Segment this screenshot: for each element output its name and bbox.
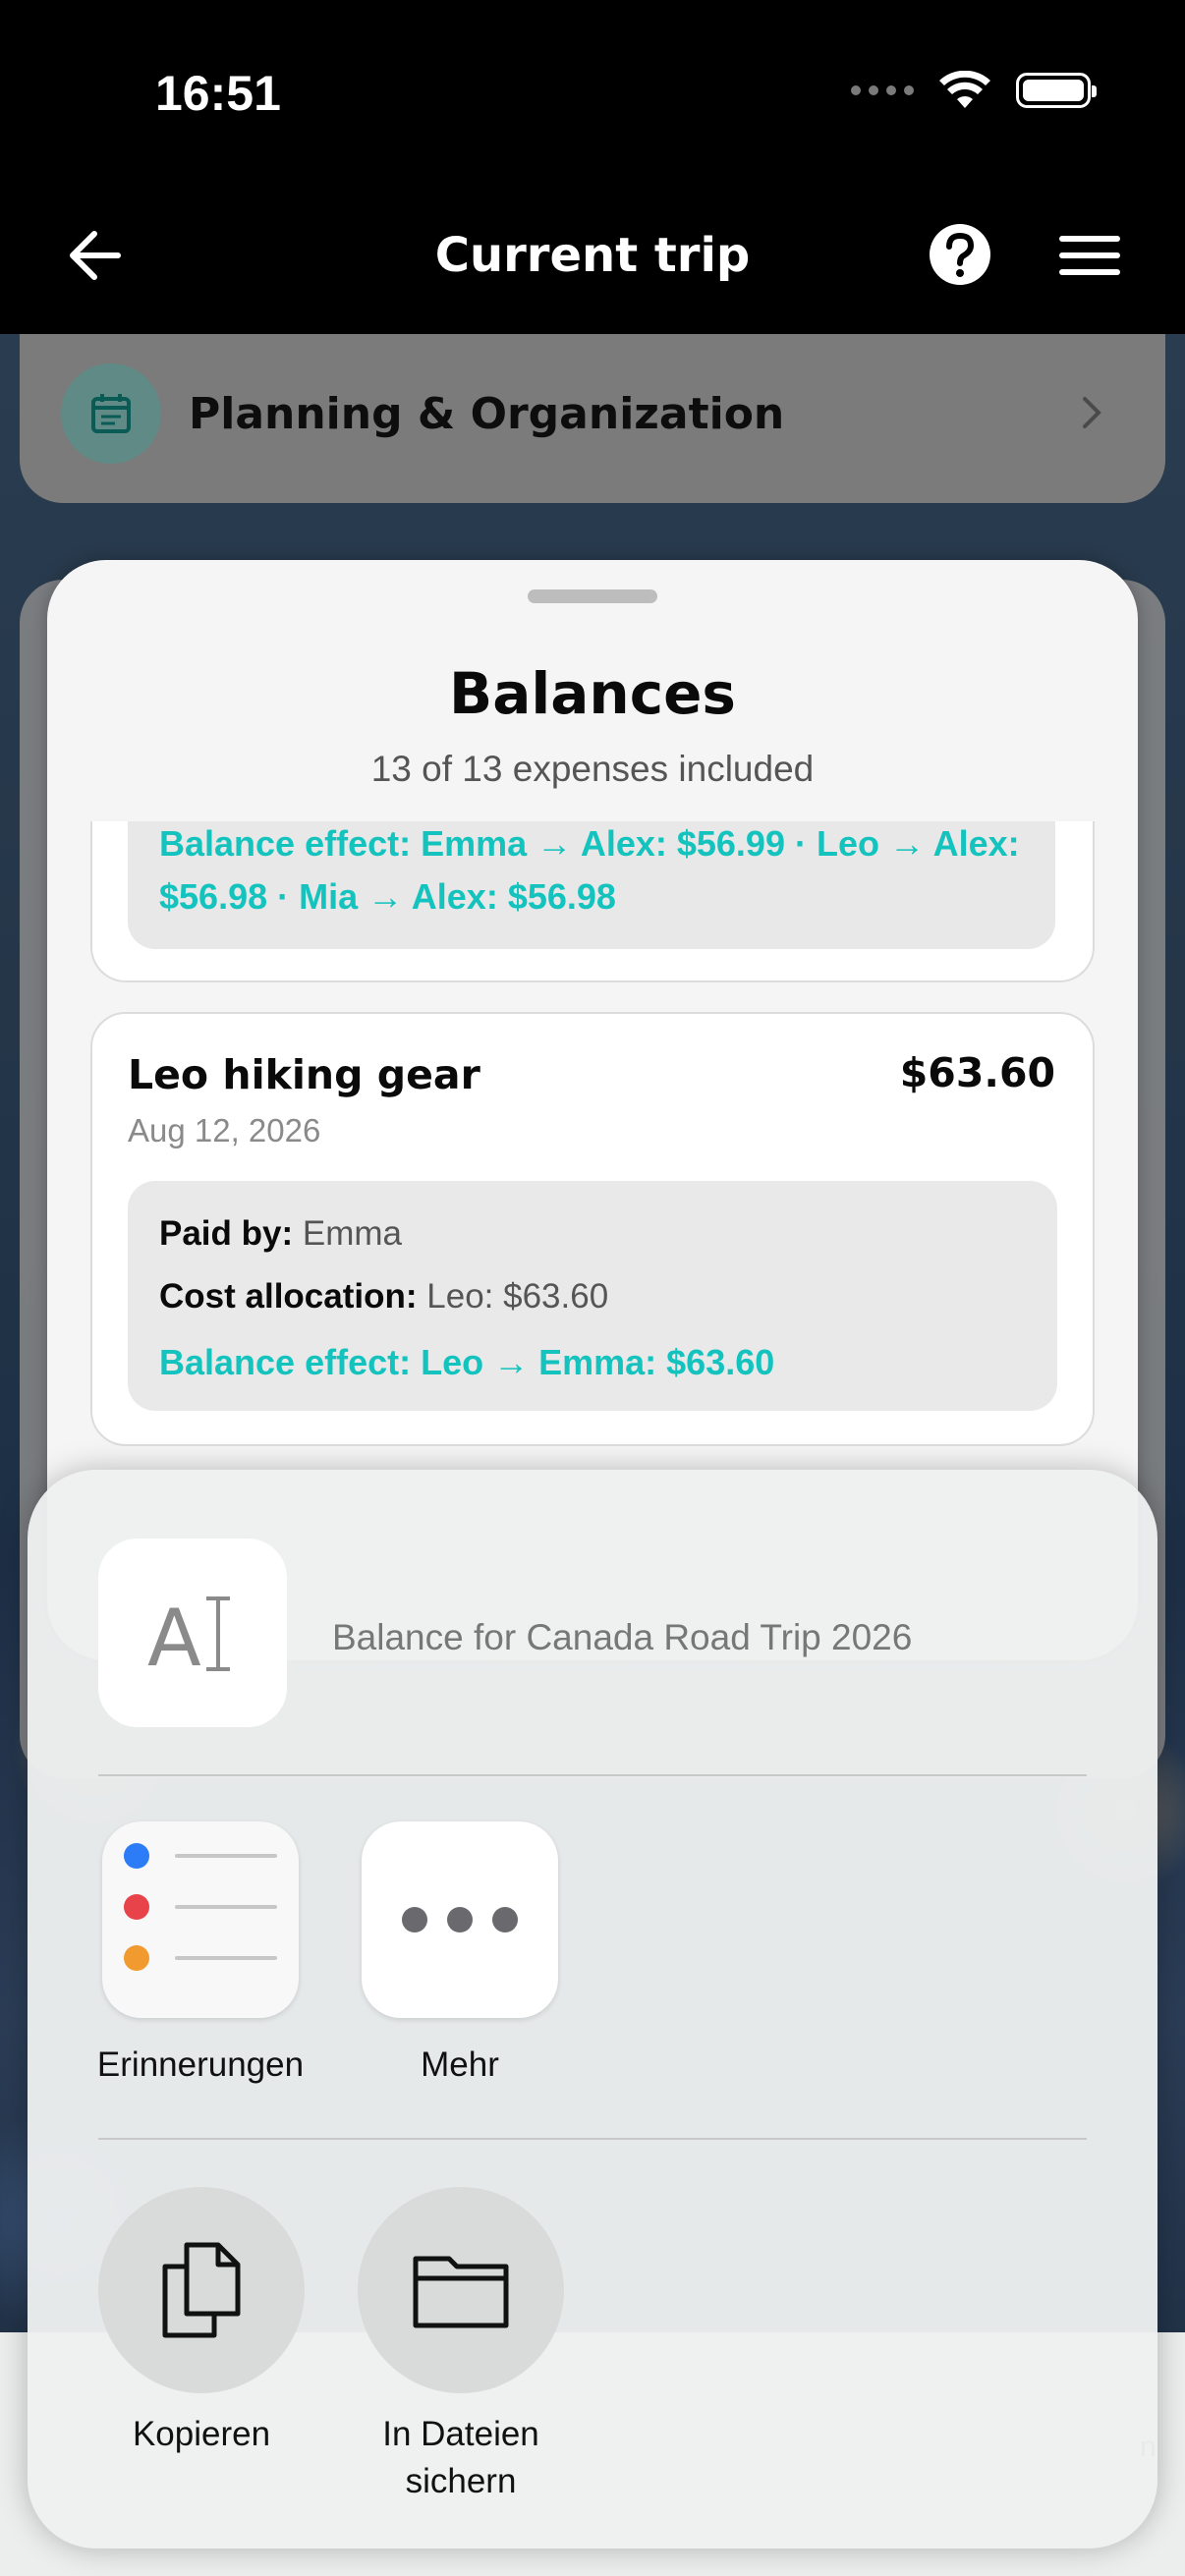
app-label-reminders[interactable]: Erinnerungen xyxy=(73,2045,328,2085)
save-to-files-label[interactable]: In Dateien sichern xyxy=(313,2411,608,2505)
expense-card-previous: Balance effect: Emma → Alex: $56.99 · Le… xyxy=(90,821,1095,982)
expense-date: Aug 12, 2026 xyxy=(128,1112,321,1148)
copy-label[interactable]: Kopieren xyxy=(54,2411,349,2458)
allocation-label: Cost allocation: xyxy=(159,1277,418,1316)
status-icons xyxy=(851,71,1097,110)
chevron-right-icon xyxy=(1083,397,1101,428)
battery-icon xyxy=(1016,73,1097,108)
share-divider-1 xyxy=(98,1774,1087,1776)
planning-label: Planning & Organization xyxy=(189,389,785,439)
status-time: 16:51 xyxy=(155,66,281,121)
help-icon[interactable] xyxy=(928,222,992,287)
paid-by-label: Paid by: xyxy=(159,1214,294,1253)
sheet-grabber[interactable] xyxy=(528,589,657,603)
save-to-files-label-line1: In Dateien xyxy=(382,2415,539,2453)
cellular-icon xyxy=(851,85,914,95)
balance-effect-line2: $56.98 · Mia → Alex: $56.98 xyxy=(159,876,616,917)
expense-amount: $63.60 xyxy=(899,1049,1055,1096)
paid-by-value: Emma xyxy=(302,1214,402,1253)
more-icon[interactable] xyxy=(362,1821,558,2018)
sheet-title: Balances xyxy=(449,660,736,727)
allocation-value: Leo: $63.60 xyxy=(426,1277,609,1316)
save-to-files-label-line2: sichern xyxy=(405,2462,517,2500)
copy-icon xyxy=(162,2242,241,2338)
wifi-icon xyxy=(939,71,990,108)
sheet-subtitle: 13 of 13 expenses included xyxy=(370,749,815,789)
balance-effect-line1: Balance effect: Emma → Alex: $56.99 · Le… xyxy=(159,823,1020,864)
share-divider-2 xyxy=(98,2138,1087,2140)
app-label-more[interactable]: Mehr xyxy=(332,2045,588,2085)
svg-text:A: A xyxy=(147,1593,201,1677)
balance-effect: Balance effect: Leo → Emma: $63.60 xyxy=(159,1342,775,1382)
expense-title: Leo hiking gear xyxy=(128,1051,480,1098)
folder-icon xyxy=(413,2256,509,2328)
paid-by-row: Paid by: Emma xyxy=(159,1214,402,1254)
share-file-title: Balance for Canada Road Trip 2026 xyxy=(332,1617,913,1657)
calendar-icon xyxy=(61,364,161,464)
allocation-row: Cost allocation: Leo: $63.60 xyxy=(159,1277,608,1316)
reminders-icon[interactable] xyxy=(102,1821,299,2018)
menu-icon[interactable] xyxy=(1059,236,1120,275)
page-title: Current trip xyxy=(434,228,751,283)
text-file-icon: A xyxy=(98,1539,287,1727)
copy-button[interactable] xyxy=(98,2187,305,2393)
save-to-files-button[interactable] xyxy=(358,2187,564,2393)
